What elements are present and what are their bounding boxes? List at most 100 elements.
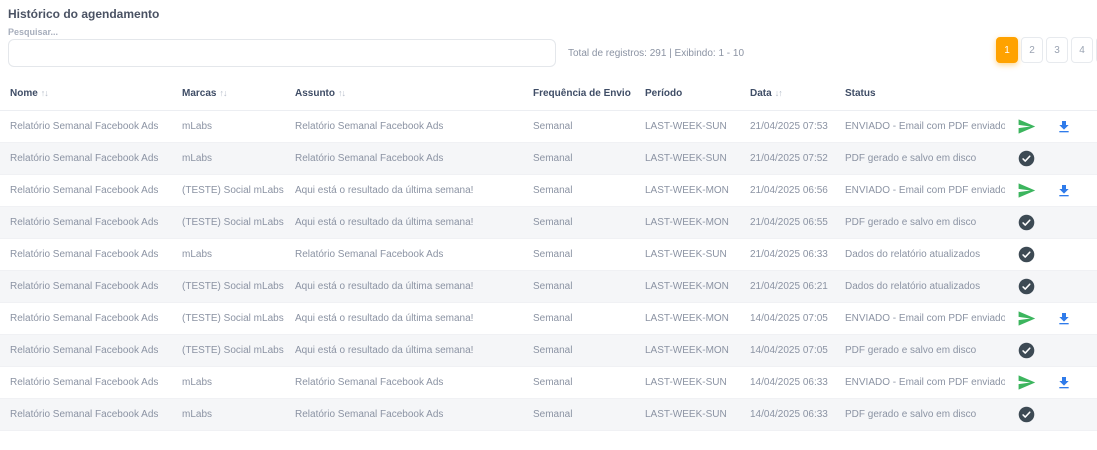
cell-frequencia: Semanal	[533, 207, 645, 239]
table-row: Relatório Semanal Facebook AdsmLabsRelat…	[0, 111, 1097, 143]
cell-action-1	[1005, 239, 1048, 271]
cell-frequencia: Semanal	[533, 239, 645, 271]
send-icon[interactable]	[1017, 117, 1036, 136]
cell-nome: Relatório Semanal Facebook Ads	[0, 303, 182, 335]
cell-data: 14/04/2025 06:33	[750, 367, 845, 399]
cell-frequencia: Semanal	[533, 335, 645, 367]
send-icon[interactable]	[1017, 309, 1036, 328]
cell-marcas: mLabs	[182, 239, 295, 271]
cell-data: 21/04/2025 06:56	[750, 175, 845, 207]
cell-status: Dados do relatório atualizados	[845, 239, 1005, 271]
column-header-marcas[interactable]: Marcas↑↓	[182, 80, 295, 111]
cell-periodo: LAST-WEEK-SUN	[645, 399, 750, 431]
cell-data: 21/04/2025 06:55	[750, 207, 845, 239]
cell-marcas: (TESTE) Social mLabs	[182, 207, 295, 239]
table-row: Relatório Semanal Facebook Ads(TESTE) So…	[0, 207, 1097, 239]
cell-periodo: LAST-WEEK-SUN	[645, 143, 750, 175]
column-header-nome[interactable]: Nome↑↓	[0, 80, 182, 111]
cell-frequencia: Semanal	[533, 111, 645, 143]
cell-status: ENVIADO - Email com PDF enviado	[845, 111, 1005, 143]
cell-assunto: Aqui está o resultado da última semana!	[295, 335, 533, 367]
cell-filler	[1080, 143, 1097, 175]
column-header-assunto[interactable]: Assunto↑↓	[295, 80, 533, 111]
cell-data: 14/04/2025 07:05	[750, 303, 845, 335]
cell-status: PDF gerado e salvo em disco	[845, 335, 1005, 367]
cell-action-1	[1005, 367, 1048, 399]
cell-action-2	[1048, 207, 1080, 239]
pagination-page-3[interactable]: 3	[1046, 37, 1068, 63]
cell-action-2	[1048, 175, 1080, 207]
column-header-data[interactable]: Data↓↑	[750, 80, 845, 111]
cell-marcas: (TESTE) Social mLabs	[182, 271, 295, 303]
sort-icon: ↑↓	[338, 88, 345, 98]
cell-nome: Relatório Semanal Facebook Ads	[0, 175, 182, 207]
column-header-status: Status	[845, 80, 1005, 111]
cell-status: PDF gerado e salvo em disco	[845, 143, 1005, 175]
cell-assunto: Relatório Semanal Facebook Ads	[295, 399, 533, 431]
cell-marcas: mLabs	[182, 367, 295, 399]
cell-nome: Relatório Semanal Facebook Ads	[0, 335, 182, 367]
cell-nome: Relatório Semanal Facebook Ads	[0, 399, 182, 431]
cell-filler	[1080, 367, 1097, 399]
cell-nome: Relatório Semanal Facebook Ads	[0, 207, 182, 239]
cell-data: 21/04/2025 06:21	[750, 271, 845, 303]
cell-nome: Relatório Semanal Facebook Ads	[0, 143, 182, 175]
cell-nome: Relatório Semanal Facebook Ads	[0, 111, 182, 143]
table-row: Relatório Semanal Facebook Ads(TESTE) So…	[0, 271, 1097, 303]
cell-periodo: LAST-WEEK-MON	[645, 303, 750, 335]
search-label: Pesquisar...	[8, 27, 58, 37]
table-row: Relatório Semanal Facebook Ads(TESTE) So…	[0, 335, 1097, 367]
cell-filler	[1080, 175, 1097, 207]
cell-action-1	[1005, 111, 1048, 143]
cell-marcas: (TESTE) Social mLabs	[182, 175, 295, 207]
check-icon	[1018, 342, 1035, 359]
column-header-periodo: Período	[645, 80, 750, 111]
table-row: Relatório Semanal Facebook Ads(TESTE) So…	[0, 175, 1097, 207]
pagination-page-1[interactable]: 1	[996, 37, 1018, 63]
pagination-page-4[interactable]: 4	[1071, 37, 1093, 63]
cell-frequencia: Semanal	[533, 367, 645, 399]
cell-action-2	[1048, 111, 1080, 143]
send-icon[interactable]	[1017, 373, 1036, 392]
cell-marcas: (TESTE) Social mLabs	[182, 303, 295, 335]
sort-descending-icon: ↓↑	[775, 88, 782, 98]
page-title: Histórico do agendamento	[8, 7, 159, 21]
send-icon[interactable]	[1017, 181, 1036, 200]
cell-data: 14/04/2025 07:05	[750, 335, 845, 367]
cell-action-2	[1048, 399, 1080, 431]
download-icon[interactable]	[1056, 375, 1072, 391]
cell-periodo: LAST-WEEK-SUN	[645, 367, 750, 399]
check-icon	[1018, 246, 1035, 263]
table-row: Relatório Semanal Facebook AdsmLabsRelat…	[0, 239, 1097, 271]
cell-assunto: Aqui está o resultado da última semana!	[295, 175, 533, 207]
cell-marcas: mLabs	[182, 111, 295, 143]
cell-periodo: LAST-WEEK-MON	[645, 175, 750, 207]
check-icon	[1018, 150, 1035, 167]
cell-frequencia: Semanal	[533, 303, 645, 335]
cell-periodo: LAST-WEEK-SUN	[645, 111, 750, 143]
cell-frequencia: Semanal	[533, 175, 645, 207]
cell-marcas: mLabs	[182, 143, 295, 175]
cell-filler	[1080, 303, 1097, 335]
cell-frequencia: Semanal	[533, 143, 645, 175]
download-icon[interactable]	[1056, 183, 1072, 199]
table-body: Relatório Semanal Facebook AdsmLabsRelat…	[0, 111, 1097, 431]
download-icon[interactable]	[1056, 311, 1072, 327]
table-row: Relatório Semanal Facebook AdsmLabsRelat…	[0, 399, 1097, 431]
check-icon	[1018, 406, 1035, 423]
column-header-filler	[1080, 80, 1097, 111]
cell-action-1	[1005, 175, 1048, 207]
cell-filler	[1080, 271, 1097, 303]
pagination-page-2[interactable]: 2	[1021, 37, 1043, 63]
cell-filler	[1080, 399, 1097, 431]
download-icon[interactable]	[1056, 119, 1072, 135]
cell-action-2	[1048, 143, 1080, 175]
cell-data: 21/04/2025 07:52	[750, 143, 845, 175]
cell-action-1	[1005, 399, 1048, 431]
cell-action-2	[1048, 271, 1080, 303]
search-input[interactable]	[8, 39, 556, 67]
cell-assunto: Relatório Semanal Facebook Ads	[295, 367, 533, 399]
cell-periodo: LAST-WEEK-MON	[645, 335, 750, 367]
cell-action-2	[1048, 303, 1080, 335]
cell-nome: Relatório Semanal Facebook Ads	[0, 367, 182, 399]
